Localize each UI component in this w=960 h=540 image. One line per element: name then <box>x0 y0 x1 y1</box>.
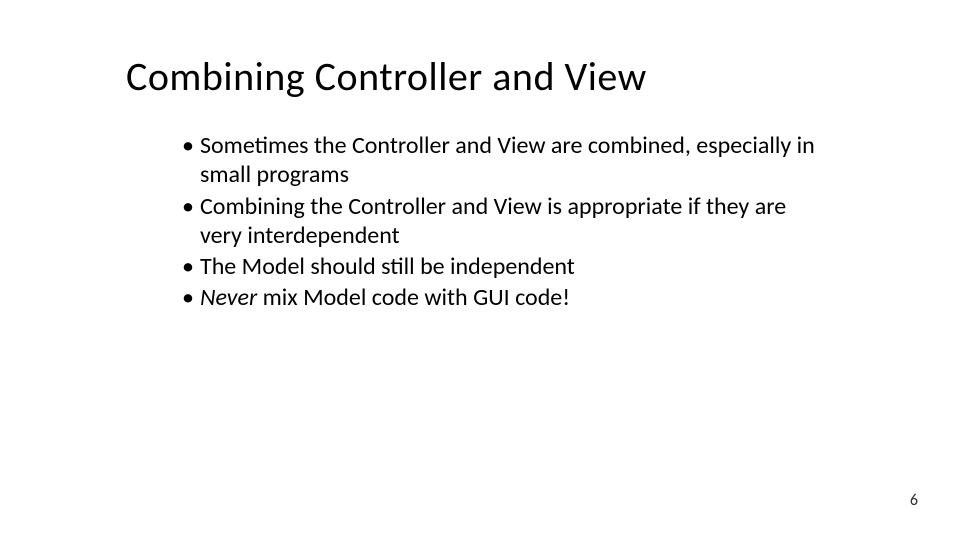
slide-body: Sometimes the Controller and View are co… <box>126 131 822 313</box>
page-number: 6 <box>910 491 918 510</box>
slide: Combining Controller and View Sometimes … <box>0 0 960 540</box>
bullet-item: The Model should still be independent <box>182 252 822 281</box>
bullet-item: Combining the Controller and View is app… <box>182 192 822 251</box>
emphasis-text: Never <box>200 283 257 312</box>
bullet-text: mix Model code with GUI code! <box>257 283 570 312</box>
slide-title: Combining Controller and View <box>126 52 880 101</box>
bullet-list: Sometimes the Controller and View are co… <box>182 131 822 313</box>
bullet-item: Never mix Model code with GUI code! <box>182 283 822 312</box>
bullet-item: Sometimes the Controller and View are co… <box>182 131 822 190</box>
